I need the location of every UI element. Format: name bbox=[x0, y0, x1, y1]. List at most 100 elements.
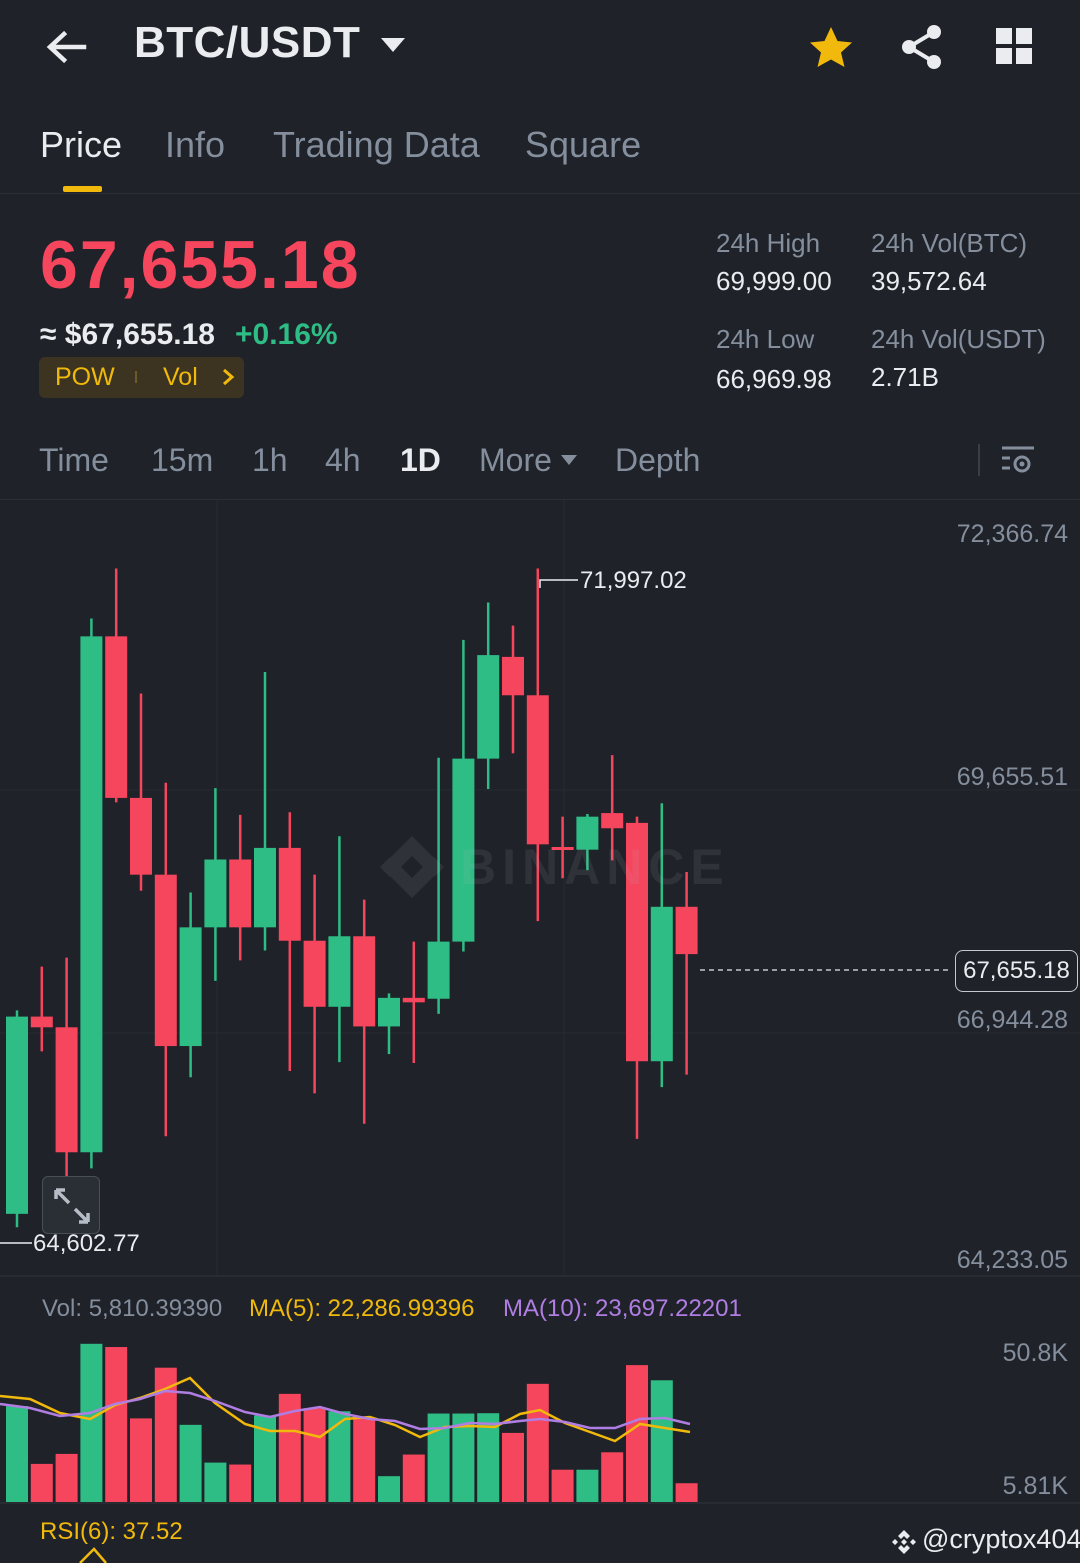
volume-bar bbox=[502, 1432, 524, 1502]
divider bbox=[978, 444, 980, 476]
interval-4h[interactable]: 4h bbox=[325, 442, 361, 479]
vol-btc-label: 24h Vol(BTC) bbox=[871, 228, 1028, 258]
chart-settings-icon[interactable] bbox=[1000, 442, 1036, 478]
candle-body bbox=[6, 1016, 28, 1214]
volume-bar bbox=[30, 1463, 53, 1502]
binance-watermark: BINANCE bbox=[372, 832, 724, 902]
interval-1d[interactable]: 1D bbox=[400, 442, 441, 479]
candle-body bbox=[80, 636, 103, 1153]
last-price: 67,655.18 bbox=[40, 227, 361, 303]
price-axis-label: 69,655.51 bbox=[956, 763, 1068, 791]
volume-bar bbox=[576, 1469, 599, 1502]
section-tabs: Price Info Trading Data Square bbox=[0, 100, 1080, 194]
highest-price-marker: 71,997.02 bbox=[580, 567, 687, 594]
tab-trading-data[interactable]: Trading Data bbox=[273, 124, 480, 166]
volume-bar bbox=[105, 1347, 128, 1502]
volume-bar bbox=[378, 1476, 400, 1502]
candle-body bbox=[675, 906, 698, 955]
volume-bar bbox=[80, 1343, 103, 1502]
expand-icon bbox=[54, 1188, 90, 1224]
volume-bar bbox=[675, 1483, 698, 1502]
credit-text: @cryptox404 bbox=[922, 1524, 1080, 1554]
candle-body bbox=[154, 874, 177, 1047]
volume-bar bbox=[55, 1453, 78, 1502]
price-axis-label: 64,233.05 bbox=[956, 1246, 1068, 1274]
fiat-price: ≈ $67,655.18 bbox=[40, 318, 215, 351]
back-arrow-icon[interactable] bbox=[42, 22, 92, 72]
tab-price[interactable]: Price bbox=[40, 124, 122, 166]
volume-bar bbox=[650, 1380, 673, 1502]
candle-body bbox=[328, 936, 351, 1007]
interval-15m[interactable]: 15m bbox=[151, 442, 213, 479]
volume-bar bbox=[626, 1365, 648, 1502]
top-bar: BTC/USDT bbox=[0, 0, 1080, 100]
fullscreen-button[interactable] bbox=[42, 1176, 100, 1234]
volume-bar bbox=[204, 1462, 227, 1502]
interval-bar: Time 15m 1h 4h 1D More Depth bbox=[0, 420, 1080, 500]
candle-body bbox=[402, 997, 425, 1003]
candle-body bbox=[229, 859, 252, 928]
ma5-label: MA(5): 22,286.99396 bbox=[249, 1295, 475, 1322]
candle-body bbox=[526, 695, 549, 845]
candle-body bbox=[303, 940, 326, 1007]
high-label: 24h High bbox=[716, 228, 821, 258]
candle-body bbox=[601, 813, 624, 829]
candle-body bbox=[353, 936, 376, 1027]
candle-body bbox=[378, 997, 400, 1027]
candle-body bbox=[55, 1027, 78, 1153]
candle-body bbox=[477, 655, 500, 759]
volume-bar bbox=[229, 1464, 252, 1502]
volume-bar bbox=[328, 1411, 351, 1502]
volume-bar bbox=[601, 1452, 624, 1502]
volume-bar bbox=[353, 1418, 376, 1502]
candlestick-chart[interactable] bbox=[0, 500, 1080, 1563]
watermark-credit: @cryptox404 bbox=[890, 1524, 1080, 1558]
interval-more[interactable]: More bbox=[479, 442, 552, 479]
candle-body bbox=[427, 941, 450, 999]
interval-depth[interactable]: Depth bbox=[615, 442, 700, 479]
share-icon[interactable] bbox=[898, 22, 946, 72]
rsi-label: RSI(6): 37.52 bbox=[40, 1518, 183, 1545]
candle-body bbox=[105, 636, 128, 798]
volume-bar bbox=[6, 1406, 28, 1502]
candle-body bbox=[650, 906, 673, 1062]
vol-btc-value: 39,572.64 bbox=[871, 266, 987, 296]
ma10-label: MA(10): 23,697.22201 bbox=[503, 1295, 742, 1322]
interval-1h[interactable]: 1h bbox=[252, 442, 288, 479]
candle-body bbox=[254, 847, 276, 928]
tab-info[interactable]: Info bbox=[165, 124, 225, 166]
change-percent: +0.16% bbox=[235, 318, 338, 351]
chevron-right-icon[interactable] bbox=[221, 367, 235, 387]
candle-body bbox=[130, 797, 152, 875]
vol-usdt-label: 24h Vol(USDT) bbox=[871, 324, 1046, 354]
tag-separator bbox=[135, 371, 137, 383]
candle-body bbox=[30, 1016, 53, 1028]
volume-bar bbox=[402, 1454, 425, 1502]
volume-axis-top: 50.8K bbox=[1002, 1339, 1068, 1367]
tab-square[interactable]: Square bbox=[525, 124, 641, 166]
candle-body bbox=[204, 859, 227, 928]
binance-logo-icon bbox=[380, 836, 444, 898]
candle-body bbox=[179, 927, 202, 1047]
tag-chips[interactable]: POW Vol bbox=[39, 357, 244, 398]
chevron-down-icon[interactable] bbox=[378, 32, 408, 56]
price-axis-label: 72,366.74 bbox=[956, 520, 1068, 548]
binance-logo-icon bbox=[892, 1530, 916, 1554]
tag-vol[interactable]: Vol bbox=[163, 363, 198, 392]
caret-down-icon[interactable] bbox=[560, 454, 578, 466]
volume-bar bbox=[130, 1418, 152, 1502]
high-marker-leader bbox=[539, 579, 578, 588]
grid-menu-icon[interactable] bbox=[994, 26, 1034, 66]
volume-bar bbox=[179, 1424, 202, 1502]
candle-body bbox=[278, 847, 301, 941]
favorite-star-icon[interactable] bbox=[806, 24, 856, 72]
rsi-line bbox=[79, 1547, 107, 1563]
price-axis-label: 66,944.28 bbox=[956, 1006, 1068, 1034]
tag-pow[interactable]: POW bbox=[55, 363, 115, 392]
pair-title[interactable]: BTC/USDT bbox=[134, 18, 360, 68]
vol-usdt-value: 2.71B bbox=[871, 362, 939, 392]
active-tab-indicator bbox=[63, 186, 102, 192]
high-value: 69,999.00 bbox=[716, 266, 832, 296]
interval-time[interactable]: Time bbox=[39, 442, 109, 479]
volume-bar bbox=[551, 1469, 574, 1502]
